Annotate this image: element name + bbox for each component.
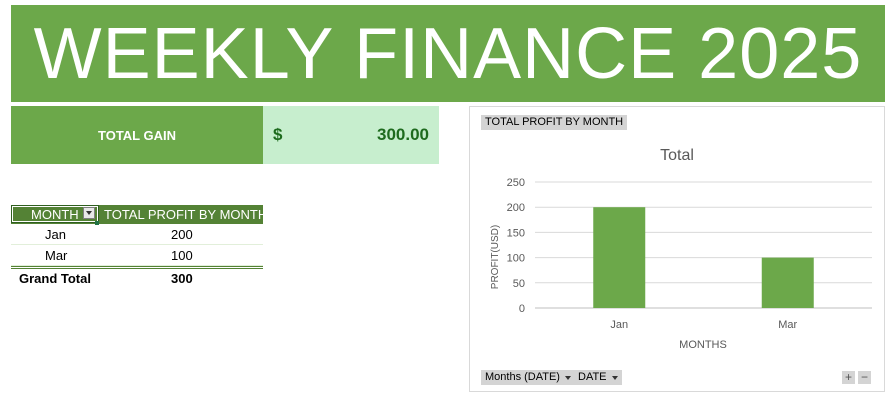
y-tick-label: 150 [507, 227, 525, 239]
chevron-down-icon [564, 375, 571, 380]
grand-total-value: 300 [171, 271, 193, 286]
date-filter-button[interactable]: DATE [574, 370, 622, 385]
grand-total-label: Grand Total [19, 271, 91, 286]
row-profit: 100 [171, 248, 193, 263]
collapse-field-icon[interactable]: − [858, 371, 871, 384]
profit-header-cell[interactable]: TOTAL PROFIT BY MONTH [104, 205, 267, 224]
row-month: Mar [45, 248, 68, 263]
y-tick-label: 250 [507, 177, 525, 189]
bar [761, 257, 814, 308]
months-date-filter-button[interactable]: Months (DATE) [481, 370, 575, 385]
month-header-label: MONTH [31, 206, 79, 222]
table-row[interactable]: Jan 200 [11, 224, 263, 245]
y-axis-ticks: 0 50 100 150 200 250 [507, 177, 525, 315]
x-tick-label: Jan [610, 319, 628, 331]
row-profit: 200 [171, 227, 193, 242]
y-tick-label: 0 [519, 303, 525, 315]
page-title: WEEKLY FINANCE 2025 [11, 5, 885, 102]
total-gain-label: TOTAL GAIN [11, 106, 263, 164]
y-tick-label: 50 [513, 278, 525, 290]
grand-total-row[interactable]: Grand Total 300 [11, 266, 263, 289]
total-gain-cell[interactable]: $ 300.00 [263, 106, 439, 164]
months-date-label: Months (DATE) [485, 371, 560, 383]
value-field-label: TOTAL PROFIT BY MONTH [485, 116, 624, 128]
pivot-chart[interactable]: TOTAL PROFIT BY MONTH Total 0 50 100 150 200… [469, 106, 885, 392]
chart-gridlines [535, 181, 872, 309]
bar [593, 207, 646, 308]
pivot-table[interactable]: MONTH TOTAL PROFIT BY MONTH Jan 200 Mar … [11, 205, 267, 289]
x-axis-label: MONTHS [679, 339, 727, 351]
x-axis-ticks: Jan Mar [610, 319, 797, 331]
chevron-down-icon [611, 375, 618, 380]
filter-dropdown-icon[interactable] [83, 207, 95, 219]
expand-field-icon[interactable]: + [842, 371, 855, 384]
y-tick-label: 100 [507, 253, 525, 265]
date-label: DATE [578, 371, 607, 383]
row-month: Jan [45, 227, 66, 242]
y-axis-label: PROFIT(USD) [490, 225, 501, 289]
y-tick-label: 200 [507, 202, 525, 214]
total-gain-value: 300.00 [377, 125, 429, 144]
pivot-header-row: MONTH TOTAL PROFIT BY MONTH [11, 205, 267, 225]
chart-title: Total [660, 147, 694, 164]
x-tick-label: Mar [778, 319, 797, 331]
value-field-button[interactable]: TOTAL PROFIT BY MONTH [481, 115, 628, 130]
currency-symbol: $ [273, 125, 283, 144]
bar-chart-plot: Total 0 50 100 150 200 250 Jan Mar PROFIT(USD)… [490, 147, 872, 351]
table-row[interactable]: Mar 100 [11, 245, 263, 266]
